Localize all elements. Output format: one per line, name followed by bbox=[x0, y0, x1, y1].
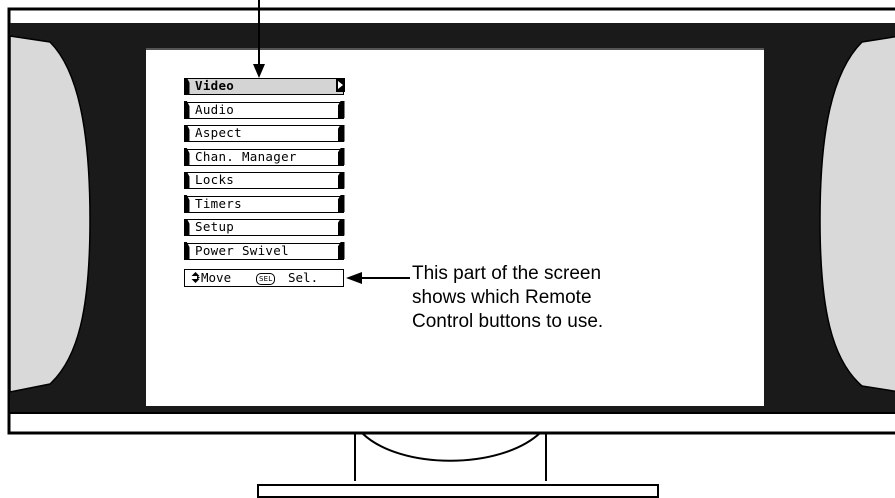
menu-item-chan-manager[interactable]: Chan. Manager bbox=[183, 148, 345, 166]
tab-right-icon bbox=[337, 171, 345, 189]
tab-right-icon bbox=[337, 124, 345, 142]
tv-illustration bbox=[7, 0, 895, 498]
menu-item-label: Setup bbox=[195, 219, 235, 234]
menu-item-label: Locks bbox=[195, 172, 235, 187]
callout-line: This part of the screen bbox=[412, 263, 602, 284]
menu-item-audio[interactable]: Audio bbox=[183, 101, 345, 119]
callout-line: shows which Remote bbox=[412, 287, 592, 308]
menu-item-label: Chan. Manager bbox=[195, 148, 297, 164]
menu-item-video[interactable]: Video bbox=[183, 77, 345, 95]
onscreen-main-menu: Video Audio Aspect Chan. Manager Locks T… bbox=[183, 77, 345, 266]
menu-item-aspect[interactable]: Aspect bbox=[183, 124, 345, 142]
tab-right-icon bbox=[337, 242, 345, 259]
menu-item-label: Video bbox=[195, 78, 235, 93]
select-label: Sel. bbox=[288, 270, 319, 285]
tab-left-icon bbox=[183, 101, 190, 118]
tab-left-icon bbox=[183, 124, 190, 142]
tab-right-icon bbox=[337, 101, 345, 118]
tab-right-icon bbox=[337, 148, 345, 165]
menu-item-setup[interactable]: Setup bbox=[183, 218, 345, 236]
stand-curve bbox=[361, 432, 541, 462]
menu-item-label: Audio bbox=[195, 101, 235, 117]
up-down-arrow-icon bbox=[191, 272, 200, 283]
submenu-arrow-icon bbox=[335, 77, 345, 95]
menu-item-timers[interactable]: Timers bbox=[183, 195, 345, 213]
menu-item-locks[interactable]: Locks bbox=[183, 171, 345, 189]
tab-right-icon bbox=[337, 218, 345, 236]
tab-left-icon bbox=[183, 242, 190, 259]
stand-base bbox=[257, 484, 659, 498]
menu-item-label: Timers bbox=[195, 195, 242, 211]
tab-left-icon bbox=[183, 195, 190, 212]
stand-neck bbox=[354, 433, 547, 481]
remote-help-bar: Move SEL Sel. bbox=[184, 269, 344, 287]
tab-left-icon bbox=[183, 77, 190, 95]
menu-item-label: Power Swivel bbox=[195, 242, 289, 258]
callout-caption: This part of the screen shows which Remo… bbox=[412, 262, 672, 334]
menu-item-label: Aspect bbox=[195, 125, 242, 140]
move-label: Move bbox=[201, 270, 232, 285]
tab-left-icon bbox=[183, 171, 190, 189]
tab-left-icon bbox=[183, 218, 190, 236]
menu-item-power-swivel[interactable]: Power Swivel bbox=[183, 242, 345, 260]
tab-right-icon bbox=[337, 195, 345, 212]
callout-line: Control buttons to use. bbox=[412, 311, 604, 332]
sel-button-icon: SEL bbox=[256, 272, 276, 285]
tab-left-icon bbox=[183, 148, 190, 165]
